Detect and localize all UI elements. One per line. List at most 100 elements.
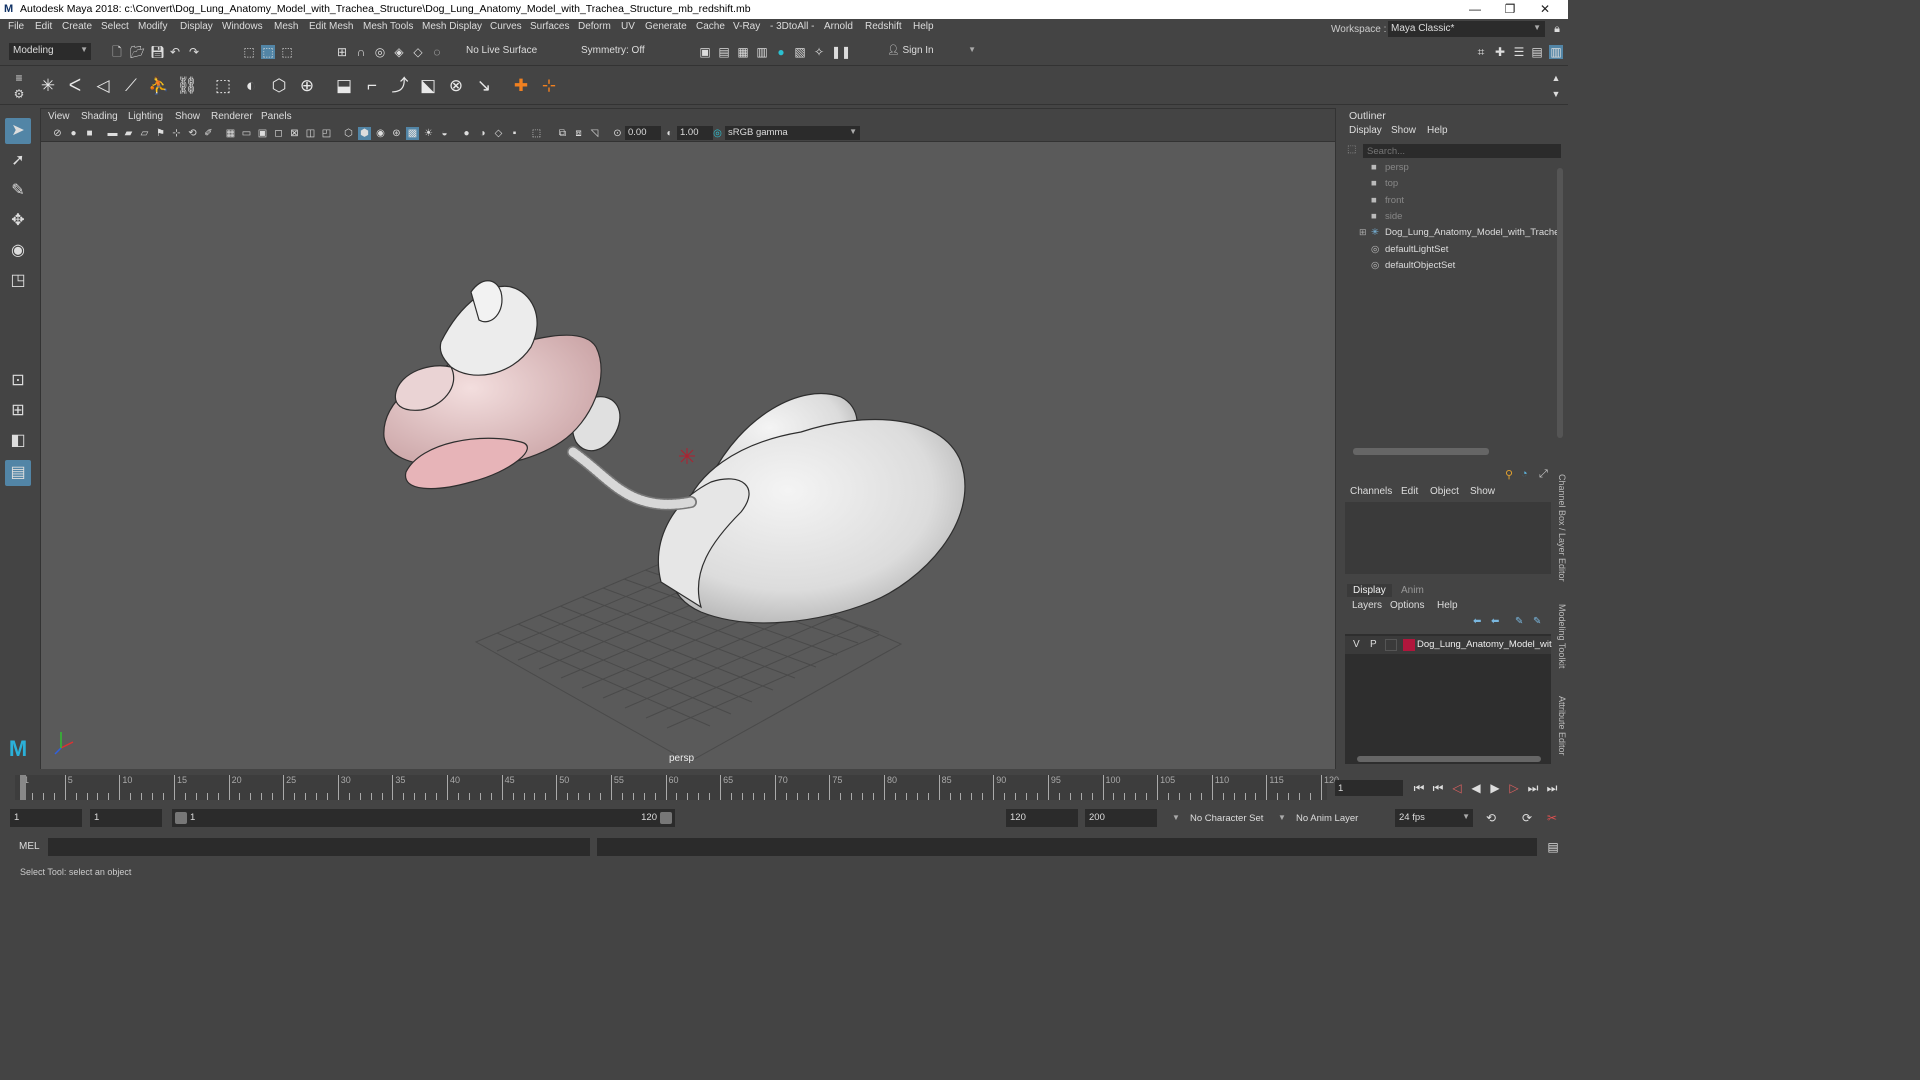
film-gate-icon[interactable]: ⟲ — [186, 127, 199, 140]
camera-gate-icon[interactable]: ⧈ — [572, 127, 585, 140]
lock-icon[interactable]: 🔒︎ — [1550, 22, 1564, 36]
range-start-handle[interactable] — [175, 812, 187, 824]
layer-visibility-toggle[interactable]: V — [1353, 639, 1360, 650]
layer-editor-toggle-icon[interactable]: ▥ — [1549, 45, 1563, 59]
panel-menu-shading[interactable]: Shading — [81, 111, 118, 122]
menu-display[interactable]: Display — [180, 21, 213, 32]
safe-action-icon[interactable]: ▣ — [256, 127, 269, 140]
play-forward-icon[interactable]: ▶ — [1488, 781, 1502, 795]
step-back-frame-icon[interactable]: ◁ — [1450, 781, 1464, 795]
go-to-start-icon[interactable]: ⏮ — [1412, 781, 1426, 795]
tab-display[interactable]: Display — [1347, 584, 1392, 597]
move-layer-down-icon[interactable]: ⬅ — [1491, 616, 1499, 627]
maximize-button[interactable]: ❐ — [1495, 1, 1525, 18]
select-tool-icon[interactable]: ➤ — [5, 118, 31, 144]
textured-icon[interactable]: ⊛ — [390, 127, 403, 140]
shelf-menu-icon[interactable]: ≡ — [12, 71, 26, 85]
outliner-menu-show[interactable]: Show — [1391, 125, 1416, 136]
menu-select[interactable]: Select — [101, 21, 129, 32]
auto-key-icon[interactable]: ⟳ — [1520, 811, 1534, 825]
use-all-lights-icon[interactable]: ▩ — [406, 127, 419, 140]
menu-3dtoall[interactable]: - 3DtoAll - — [770, 21, 814, 32]
side-tab-modeling-toolkit[interactable]: Modeling Toolkit — [1555, 604, 1567, 668]
extrude-icon[interactable]: ⬓ — [333, 75, 355, 97]
layer-name[interactable]: Dog_Lung_Anatomy_Model_wit — [1417, 639, 1552, 650]
scroll-up-icon[interactable]: ▲ — [1549, 71, 1563, 85]
move-layer-up-icon[interactable]: ⬅ — [1473, 616, 1481, 627]
select-hierarchy-icon[interactable]: ⬚ — [242, 45, 256, 59]
panel-menu-renderer[interactable]: Renderer — [211, 111, 253, 122]
redo-icon[interactable]: ↷ — [187, 45, 201, 59]
exposure-icon[interactable]: ⊙ — [611, 127, 624, 140]
panel-menu-show[interactable]: Show — [175, 111, 200, 122]
hud-icon[interactable]: ⧉ — [556, 127, 569, 140]
layer-menu-layers[interactable]: Layers — [1352, 600, 1382, 611]
color-management-icon[interactable]: ◎ — [711, 127, 724, 140]
current-frame-field[interactable] — [1335, 780, 1403, 796]
channel-menu-show[interactable]: Show — [1470, 486, 1495, 497]
layer-playback-toggle[interactable]: P — [1370, 639, 1377, 650]
undo-icon[interactable]: ↶ — [168, 45, 182, 59]
menu-file[interactable]: File — [8, 21, 24, 32]
viewport-3d[interactable]: persp — [41, 142, 1335, 769]
grease-pencil-icon[interactable]: ▱ — [138, 127, 151, 140]
move-tool-icon[interactable]: ✥ — [5, 208, 31, 234]
outliner-search-input[interactable] — [1363, 144, 1561, 158]
menu-edit-mesh[interactable]: Edit Mesh — [309, 21, 353, 32]
chevron-down-icon[interactable]: ▼ — [1278, 813, 1286, 822]
filter-icon[interactable]: ⬚ — [1347, 144, 1359, 158]
bevel-icon[interactable]: ◁ — [92, 75, 114, 97]
menu-modify[interactable]: Modify — [138, 21, 167, 32]
exposure-field[interactable]: 0.00 — [625, 126, 661, 140]
range-bar[interactable]: 1 120 — [172, 809, 675, 827]
outliner-item[interactable]: ✳ Dog_Lung_Anatomy_Model_with_Trache — [1371, 227, 1559, 238]
tool-settings-icon[interactable]: ☰ — [1512, 45, 1526, 59]
paint-select-tool-icon[interactable]: ✎ — [5, 178, 31, 204]
menu-help[interactable]: Help — [913, 21, 934, 32]
layer-menu-help[interactable]: Help — [1437, 600, 1458, 611]
new-scene-icon[interactable]: 🗋︎ — [110, 45, 124, 59]
layer-scrollbar[interactable] — [1357, 756, 1541, 762]
snap-vertex-icon[interactable]: ◌ — [430, 45, 444, 59]
snap-view-icon[interactable]: ◈ — [392, 45, 406, 59]
single-view-icon[interactable]: ⊡ — [5, 368, 31, 394]
motion-blur-icon[interactable]: ● — [460, 127, 473, 140]
xray-joints-icon[interactable]: ⬚ — [530, 127, 543, 140]
command-language-toggle[interactable]: MEL — [19, 841, 40, 852]
channel-key-icon[interactable]: ⚲ — [1505, 468, 1513, 481]
outliner-vertical-scrollbar[interactable] — [1557, 168, 1563, 438]
step-forward-frame-icon[interactable]: ▷ — [1507, 781, 1521, 795]
channel-sync-icon[interactable]: ◔ — [1521, 468, 1528, 480]
polygon-cylinder-icon[interactable]: ⬡ — [268, 75, 290, 97]
menu-mesh-display[interactable]: Mesh Display — [422, 21, 482, 32]
panel-menu-view[interactable]: View — [48, 111, 70, 122]
new-layer-icon[interactable]: ✎ — [1515, 616, 1523, 627]
bookmark-icon[interactable]: ■ — [83, 127, 96, 140]
minimize-button[interactable]: — — [1460, 1, 1490, 18]
menu-surfaces[interactable]: Surfaces — [530, 21, 569, 32]
isolate-icon[interactable]: ◫ — [304, 127, 317, 140]
skeleton-icon[interactable]: ⛓ — [176, 75, 198, 97]
gate-mask-icon[interactable]: ⊠ — [288, 127, 301, 140]
command-input[interactable] — [48, 838, 590, 856]
menu-deform[interactable]: Deform — [578, 21, 611, 32]
channel-menu-channels[interactable]: Channels — [1350, 486, 1392, 497]
shadows-icon[interactable]: ☀ — [422, 127, 435, 140]
bridge-icon[interactable]: ⌐ — [361, 75, 383, 97]
two-view-icon[interactable]: ◧ — [5, 428, 31, 454]
layer-row[interactable]: V P Dog_Lung_Anatomy_Model_wit — [1345, 636, 1552, 654]
modeling-toolkit-icon[interactable]: ⌗ — [1474, 45, 1488, 59]
snap-point-icon[interactable]: ◎ — [373, 45, 387, 59]
anim-preferences-icon[interactable]: ✂ — [1545, 811, 1559, 825]
expand-icon[interactable]: ⊞ — [1359, 227, 1367, 238]
gamma-icon[interactable]: ◐ — [663, 127, 676, 140]
sign-in-dropdown[interactable]: 👤︎ Sign In ▼ — [883, 43, 979, 60]
workspace-dropdown[interactable]: Maya Classic* ▼ — [1388, 21, 1545, 37]
outliner-item[interactable]: ■ front — [1371, 195, 1404, 206]
menu-generate[interactable]: Generate — [645, 21, 687, 32]
pause-icon[interactable]: ❚❚ — [831, 45, 851, 59]
layer-color-swatch[interactable] — [1403, 639, 1415, 651]
panel-menu-lighting[interactable]: Lighting — [128, 111, 163, 122]
polygon-sphere-icon[interactable]: ◐ — [240, 75, 262, 97]
field-chart-icon[interactable]: ▭ — [240, 127, 253, 140]
